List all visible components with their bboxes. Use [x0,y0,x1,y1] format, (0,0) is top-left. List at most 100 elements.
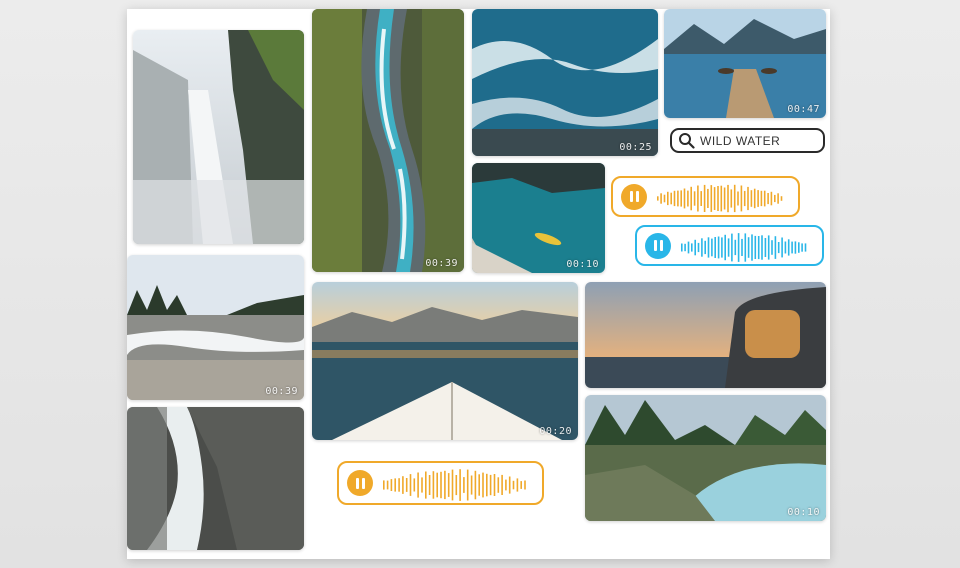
waveform-bar [470,475,473,495]
waveform-bar [804,243,807,252]
waveform-bar [767,193,769,205]
waveform-icon [657,184,783,213]
waveform-bar [730,189,733,208]
waveform-bar [754,235,757,259]
waveform-bar [771,240,773,255]
search-query: WILD WATER [700,134,781,148]
waveform-bar [717,186,719,211]
waveform-bar [707,237,710,258]
waveform-bar [444,470,446,500]
waveform-bar [707,188,709,208]
waveform-bar [486,473,488,497]
waveform-icon [681,233,807,262]
waveform-bar [713,187,716,210]
waveform-bar [409,474,412,496]
waveform-bar [687,190,689,207]
waveform-bar [693,191,696,206]
video-tile-waterfall-rocks[interactable] [127,407,304,550]
video-tile-forest-river[interactable]: 00:10 [585,395,826,521]
waveform-bar [421,477,423,493]
waveform-bar [520,481,522,489]
waveform-bar [524,480,526,490]
waveform-bar [753,188,756,209]
video-tile-kayak-cove[interactable]: 00:10 [472,163,605,273]
waveform-bar [683,188,686,209]
waveform-bar [724,234,726,261]
waveform-bar [508,476,511,494]
waveform-bar [711,238,713,257]
waveform-bar [710,185,713,212]
waveform-bar [447,473,450,497]
waveform-bar [747,237,750,258]
search-icon [678,132,695,153]
waveform-bar [677,190,679,207]
waveform-bar [425,471,427,499]
waveform-bar [794,241,797,254]
waveform-bar [720,185,723,212]
waveform-bar [761,235,763,260]
audio-player-orange-2[interactable] [337,461,544,505]
waveform-bar [763,190,766,207]
forest-river-thumbnail [585,395,826,521]
waveform-bar [482,472,484,498]
video-duration: 00:47 [787,104,820,115]
video-tile-river-rapids[interactable]: 00:39 [127,255,304,400]
video-tile-river-aerial[interactable]: 00:39 [312,9,464,272]
video-tile-ocean-waves[interactable]: 00:25 [472,9,658,156]
waveform-bar [394,478,396,492]
waveform-icon [383,469,526,501]
waveform-bar [459,469,461,501]
river-aerial-thumbnail [312,9,464,272]
waveform-bar [667,191,669,206]
video-duration: 00:10 [566,259,599,270]
waveform-bar [690,186,692,211]
waveform-bar [489,474,492,496]
video-tile-lake-dock[interactable]: 00:47 [664,9,826,118]
waveform-bar [657,196,659,201]
waveform-bar [727,238,730,257]
video-tile-waterfall[interactable] [133,30,304,244]
video-duration: 00:20 [539,426,572,437]
waveform-bar [680,190,682,207]
waveform-bar [774,194,776,203]
waveform-bar [734,239,737,256]
waveform-bar [405,478,408,492]
waveform-bar [777,193,779,204]
waveform-bar [451,469,454,501]
search-field[interactable]: WILD WATER [670,128,825,153]
waveform-bar [505,479,507,491]
waveform-bar [703,184,706,212]
waveform-bar [751,234,753,261]
waveform-bar [390,479,393,491]
audio-player-orange-1[interactable] [611,176,800,217]
waveform-bar [750,190,753,207]
waveform-bar [784,241,787,254]
lake-dock-thumbnail [664,9,826,118]
waveform-bar [801,243,803,252]
waveform-bar [428,475,431,495]
waveform-bar [767,235,770,260]
waterfall-rocks-thumbnail [127,407,304,550]
waveform-bar [398,478,400,492]
waveform-bar [691,243,693,252]
audio-player-blue[interactable] [635,225,824,266]
waveform-bar [432,471,435,499]
video-tile-van-sunset[interactable] [585,282,826,388]
video-duration: 00:25 [619,142,652,153]
waveform-bar [386,480,389,490]
waveform-bar [774,236,777,259]
waveform-bar [741,238,743,256]
video-duration: 00:39 [265,386,298,397]
waveform-bar [474,470,477,500]
video-duration: 00:10 [787,507,820,518]
river-rapids-thumbnail [127,255,304,400]
waveform-bar [512,480,515,490]
video-tile-kayak-bow[interactable]: 00:20 [312,282,578,440]
waveform-bar [737,233,740,262]
waveform-bar [684,243,686,252]
waveform-bar [497,477,500,493]
waveform-bar [501,474,503,495]
waveform-bar [463,477,465,493]
waveform-bar [478,474,480,496]
waveform-bar [798,242,800,253]
